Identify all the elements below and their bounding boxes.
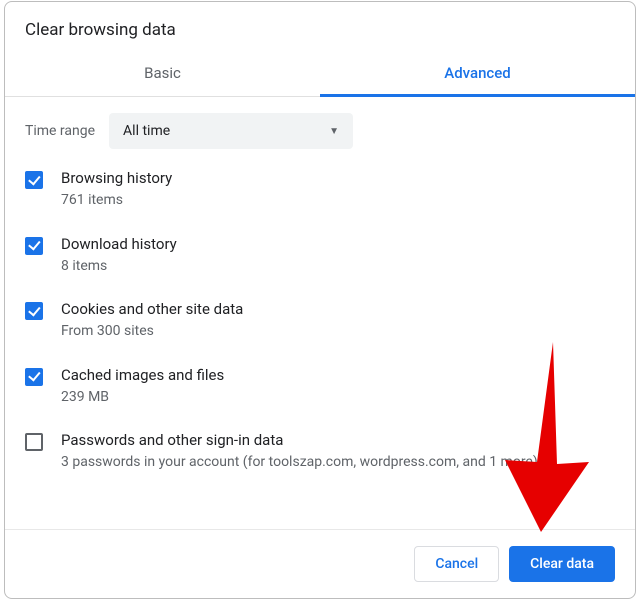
checkbox-list: Browsing history 761 items Download hist… (5, 149, 635, 493)
dropdown-icon: ▼ (329, 126, 339, 137)
time-range-row: Time range All time ▼ (5, 97, 635, 149)
clear-browsing-data-dialog: Clear browsing data Basic Advanced Time … (4, 1, 636, 599)
item-sub: From 300 sites (61, 322, 615, 342)
checkbox-cookies[interactable] (25, 302, 43, 320)
item-label: Browsing history (61, 169, 615, 187)
item-passwords: Passwords and other sign-in data 3 passw… (25, 419, 615, 485)
item-sub: 3 passwords in your account (for toolsza… (61, 453, 615, 473)
dialog-title: Clear browsing data (5, 2, 635, 50)
dialog-footer: Cancel Clear data (5, 529, 635, 598)
tab-advanced[interactable]: Advanced (320, 50, 635, 96)
cancel-button[interactable]: Cancel (414, 546, 499, 582)
item-cookies: Cookies and other site data From 300 sit… (25, 288, 615, 354)
item-download-history: Download history 8 items (25, 223, 615, 289)
item-label: Download history (61, 235, 615, 253)
tabs: Basic Advanced (5, 50, 635, 97)
item-cached: Cached images and files 239 MB (25, 354, 615, 420)
checkbox-browsing-history[interactable] (25, 171, 43, 189)
clear-data-button[interactable]: Clear data (509, 546, 615, 582)
item-sub: 239 MB (61, 388, 615, 408)
time-range-value: All time (123, 123, 170, 139)
time-range-select[interactable]: All time ▼ (109, 113, 353, 149)
item-label: Passwords and other sign-in data (61, 431, 615, 449)
checkbox-passwords[interactable] (25, 433, 43, 451)
item-label: Cookies and other site data (61, 300, 615, 318)
checkbox-download-history[interactable] (25, 237, 43, 255)
item-browsing-history: Browsing history 761 items (25, 157, 615, 223)
item-label: Cached images and files (61, 366, 615, 384)
scroll-area[interactable]: Time range All time ▼ Browsing history 7… (5, 97, 635, 529)
tab-basic[interactable]: Basic (5, 50, 320, 96)
checkbox-cached[interactable] (25, 368, 43, 386)
time-range-label: Time range (25, 123, 95, 139)
item-sub: 761 items (61, 191, 615, 211)
item-sub: 8 items (61, 257, 615, 277)
